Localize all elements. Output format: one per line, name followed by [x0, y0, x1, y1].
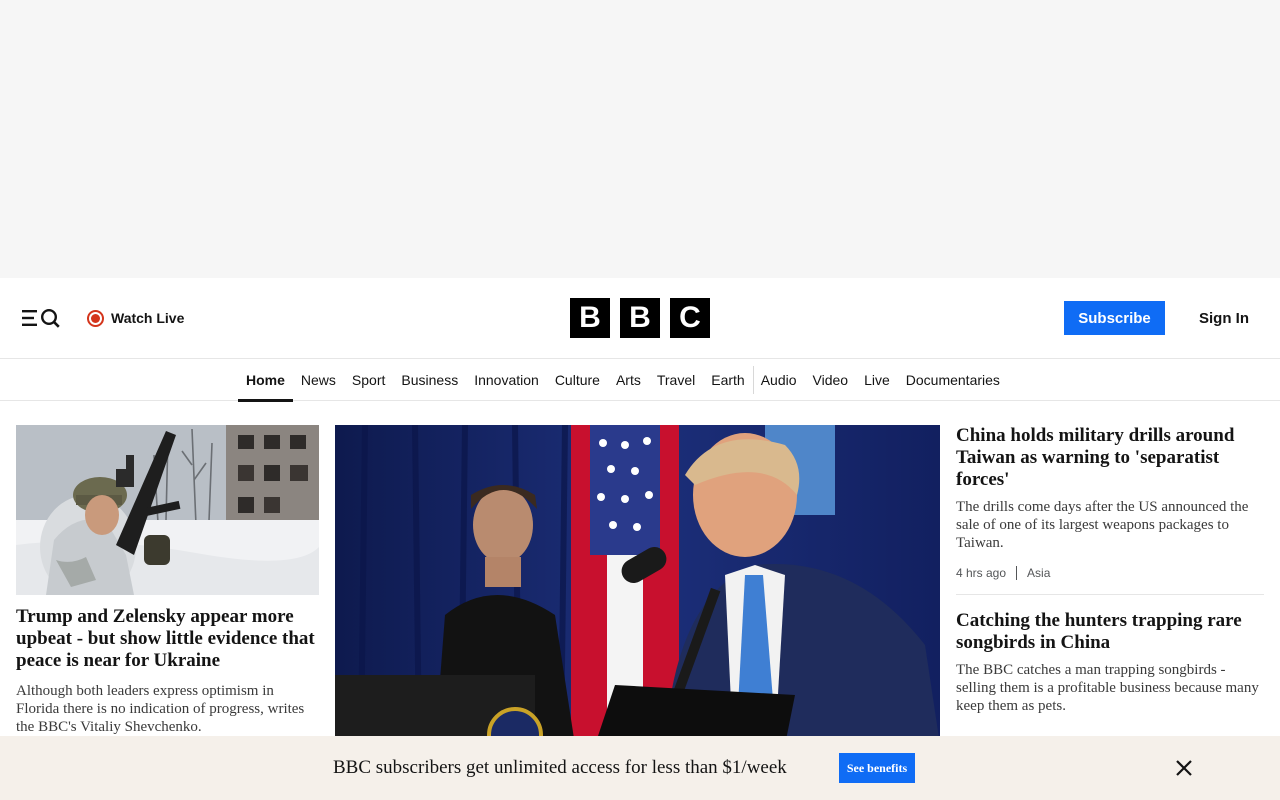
nav-item-innovation[interactable]: Innovation [466, 359, 547, 401]
close-icon [1176, 760, 1192, 776]
nav-item-travel[interactable]: Travel [649, 359, 703, 401]
close-banner-button[interactable] [1172, 756, 1196, 780]
story-headline[interactable]: China holds military drills around Taiwa… [956, 425, 1264, 491]
live-indicator-icon [87, 309, 104, 327]
nav-item-culture[interactable]: Culture [547, 359, 608, 401]
nav-item-sport[interactable]: Sport [344, 359, 393, 401]
nav-item-news[interactable]: News [293, 359, 344, 401]
nav-item-arts[interactable]: Arts [608, 359, 649, 401]
main-content: Trump and Zelensky appear more upbeat - … [0, 401, 1280, 736]
nav-item-earth[interactable]: Earth [703, 359, 752, 401]
story-section-tag[interactable]: Asia [1027, 566, 1050, 580]
logo-letter: B [620, 298, 660, 338]
story-timestamp: 4 hrs ago [956, 566, 1007, 580]
nav-item-documentaries[interactable]: Documentaries [898, 359, 1008, 401]
menu-search-icon [22, 308, 60, 328]
story-card-taiwan[interactable]: China holds military drills around Taiwa… [956, 425, 1264, 580]
nav-item-live[interactable]: Live [856, 359, 898, 401]
logo-letter: B [570, 298, 610, 338]
nav-item-business[interactable]: Business [393, 359, 466, 401]
see-benefits-button[interactable]: See benefits [839, 753, 915, 783]
story-summary: Although both leaders express optimism i… [16, 683, 305, 735]
story-summary: The BBC catches a man trapping songbirds… [956, 662, 1259, 714]
bbc-logo[interactable]: B B C [570, 298, 710, 338]
watch-live-label: Watch Live [111, 310, 185, 326]
menu-search-button[interactable] [20, 306, 62, 330]
banner-text: BBC subscribers get unlimited access for… [333, 757, 787, 778]
lead-story-image[interactable] [335, 425, 940, 736]
nav-item-home[interactable]: Home [238, 359, 293, 402]
nav-item-audio[interactable]: Audio [752, 359, 805, 401]
story-headline[interactable]: Catching the hunters trapping rare songb… [956, 610, 1264, 654]
story-card-songbirds[interactable]: Catching the hunters trapping rare songb… [956, 610, 1264, 715]
sign-in-button[interactable]: Sign In [1192, 301, 1256, 335]
story-card-ukraine[interactable]: Trump and Zelensky appear more upbeat - … [16, 425, 319, 736]
story-meta: 4 hrs ago Asia [956, 566, 1264, 580]
story-divider [956, 594, 1264, 595]
story-headline[interactable]: Trump and Zelensky appear more upbeat - … [16, 606, 319, 672]
logo-letter: C [670, 298, 710, 338]
watch-live-link[interactable]: Watch Live [87, 307, 184, 329]
story-image-soldier [16, 425, 319, 595]
advertisement-slot [0, 0, 1280, 278]
meta-divider [1016, 566, 1018, 580]
nav-item-video[interactable]: Video [805, 359, 857, 401]
primary-nav: Home News Sport Business Innovation Cult… [0, 359, 1280, 402]
subscribe-button[interactable]: Subscribe [1064, 301, 1165, 335]
masthead: Watch Live B B C Subscribe Sign In [0, 278, 1280, 359]
story-summary: The drills come days after the US announ… [956, 499, 1249, 551]
subscription-banner: BBC subscribers get unlimited access for… [0, 736, 1280, 800]
